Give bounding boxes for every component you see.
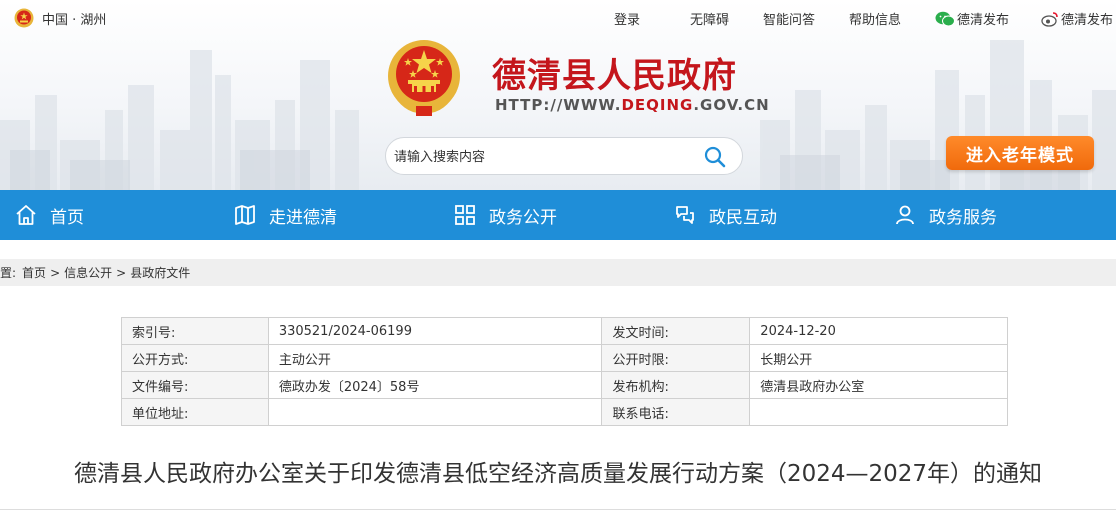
nav-item-about-deqing[interactable]: 走进德清 xyxy=(233,190,337,240)
nav-label: 首页 xyxy=(50,207,84,228)
table-key: 发文时间: xyxy=(601,317,751,345)
nav-item-interaction[interactable]: 政民互动 xyxy=(673,190,777,240)
national-emblem-icon xyxy=(388,40,460,116)
table-value: 德清县政府办公室 xyxy=(749,371,1008,399)
wechat-label: 德清发布 xyxy=(957,13,1010,28)
table-key: 公开时限: xyxy=(601,344,751,372)
table-key: 联系电话: xyxy=(601,398,751,426)
interaction-icon xyxy=(676,206,694,224)
nav-label: 政务公开 xyxy=(489,207,557,228)
site-url-prefix: HTTP://WWW. xyxy=(495,96,622,114)
home-icon xyxy=(16,205,36,225)
breadcrumb-info-public[interactable]: 信息公开 xyxy=(64,264,112,281)
location-text: 中国 · 湖州 xyxy=(42,12,107,28)
header: 中国 · 湖州 登录 无障碍 智能问答 帮助信息 德清发布 德清发布 德清县人民… xyxy=(0,0,1116,190)
map-icon xyxy=(235,205,255,225)
breadcrumb-separator: > xyxy=(50,265,61,280)
main-nav: 首页 走进德清 政务公开 政民互动 政务服务 xyxy=(0,190,1116,240)
table-value: 主动公开 xyxy=(267,344,603,372)
weibo-link[interactable]: 德清发布 xyxy=(1041,9,1113,28)
nav-item-services[interactable]: 政务服务 xyxy=(893,190,997,240)
site-url: HTTP://WWW.DEQING.GOV.CN xyxy=(495,96,770,114)
table-value xyxy=(749,398,1008,426)
site-logo[interactable] xyxy=(386,38,462,118)
table-row: 公开方式: 主动公开 公开时限: 长期公开 xyxy=(121,344,1008,372)
table-key: 索引号: xyxy=(121,317,269,345)
nav-label: 走进德清 xyxy=(269,207,337,228)
nav-label: 政务服务 xyxy=(929,207,997,228)
search-input[interactable] xyxy=(394,146,694,168)
breadcrumb-home[interactable]: 首页 xyxy=(22,264,46,281)
weibo-label: 德清发布 xyxy=(1061,13,1114,28)
wechat-link[interactable]: 德清发布 xyxy=(935,9,1009,28)
wechat-icon xyxy=(935,11,955,26)
table-value: 330521/2024-06199 xyxy=(267,317,603,345)
table-key: 公开方式: xyxy=(121,344,269,372)
weibo-icon xyxy=(1041,11,1058,27)
table-value xyxy=(267,398,603,426)
grid-icon xyxy=(455,205,475,225)
document-info-table: 索引号: 330521/2024-06199 发文时间: 2024-12-20 … xyxy=(121,317,1008,426)
table-row: 索引号: 330521/2024-06199 发文时间: 2024-12-20 xyxy=(121,317,1008,345)
search-icon[interactable] xyxy=(704,146,726,168)
national-emblem-small-icon xyxy=(14,8,34,28)
divider xyxy=(0,509,1116,510)
table-row: 单位地址: 联系电话: xyxy=(121,398,1008,426)
table-key: 发布机构: xyxy=(601,371,751,399)
table-key: 单位地址: xyxy=(121,398,269,426)
table-value: 2024-12-20 xyxy=(749,317,1008,345)
breadcrumb: 置: 首页 > 信息公开 > 县政府文件 xyxy=(0,259,1116,286)
breadcrumb-separator: > xyxy=(116,265,127,280)
nav-label: 政民互动 xyxy=(709,207,777,228)
nav-item-gov-affairs[interactable]: 政务公开 xyxy=(453,190,557,240)
table-row: 文件编号: 德政办发〔2024〕58号 发布机构: 德清县政府办公室 xyxy=(121,371,1008,399)
breadcrumb-county-docs[interactable]: 县政府文件 xyxy=(130,264,190,281)
user-icon xyxy=(896,205,914,225)
top-bar: 中国 · 湖州 登录 无障碍 智能问答 帮助信息 德清发布 德清发布 xyxy=(0,0,1116,34)
elder-mode-button[interactable]: 进入老年模式 xyxy=(946,136,1094,170)
breadcrumb-prefix: 置: xyxy=(0,266,17,280)
document-title: 德清县人民政府办公室关于印发德清县低空经济高质量发展行动方案（2024—2027… xyxy=(73,461,1043,487)
table-value: 长期公开 xyxy=(749,344,1008,372)
help-link[interactable]: 帮助信息 xyxy=(849,9,901,28)
accessibility-link[interactable]: 无障碍 xyxy=(690,9,729,28)
location: 中国 · 湖州 xyxy=(14,8,106,28)
search-box xyxy=(385,137,743,175)
site-title: 德清县人民政府 xyxy=(492,56,737,96)
smart-qa-link[interactable]: 智能问答 xyxy=(763,9,815,28)
table-value: 德政办发〔2024〕58号 xyxy=(267,371,603,399)
nav-item-home[interactable]: 首页 xyxy=(14,190,84,240)
site-url-suffix: .GOV.CN xyxy=(693,96,770,114)
login-link[interactable]: 登录 xyxy=(614,9,640,28)
table-key: 文件编号: xyxy=(121,371,269,399)
site-url-domain: DEQING xyxy=(621,96,694,114)
